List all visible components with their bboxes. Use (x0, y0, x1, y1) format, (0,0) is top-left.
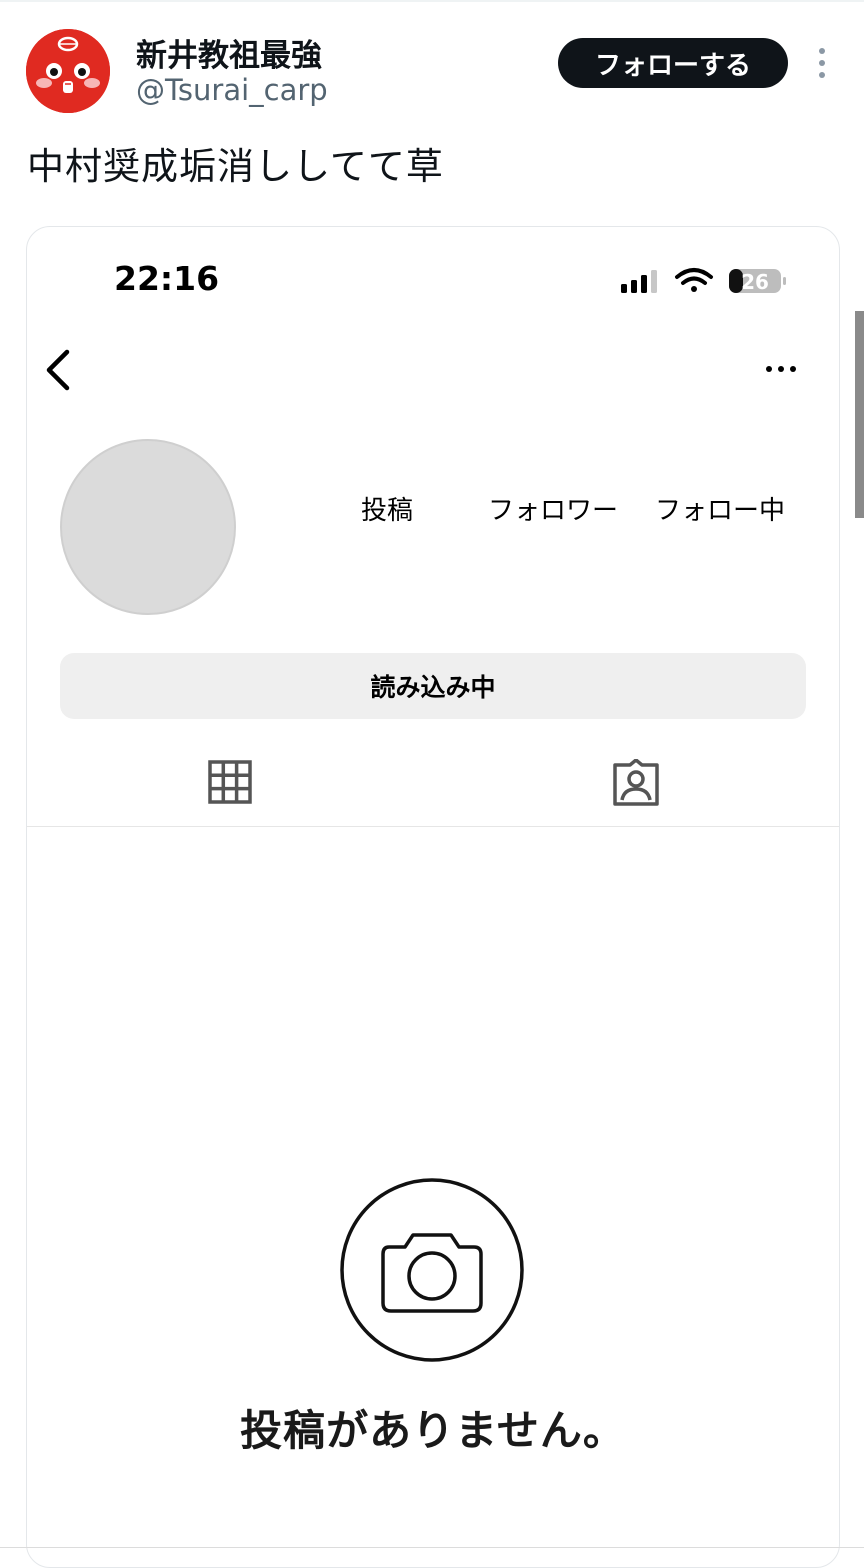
battery-icon: 26 (729, 269, 786, 294)
tab-tagged[interactable] (611, 758, 661, 807)
grid-icon (208, 760, 252, 804)
scrollbar[interactable] (855, 311, 864, 518)
stat-posts-label[interactable]: 投稿 (361, 490, 413, 527)
vertical-dots-icon (819, 48, 825, 78)
author-handle[interactable]: @Tsurai_carp (136, 73, 328, 107)
empty-state-camera (339, 1177, 525, 1363)
more-options-button[interactable] (812, 46, 832, 80)
stat-following-label[interactable]: フォロー中 (655, 490, 785, 527)
follow-button[interactable]: フォローする (558, 38, 788, 88)
chevron-left-icon (46, 349, 70, 391)
author-avatar[interactable] (26, 29, 110, 113)
loading-button[interactable]: 読み込み中 (60, 653, 806, 719)
tweet-text: 中村奨成垢消ししてて草 (27, 145, 444, 188)
camera-icon (340, 1178, 524, 1362)
tabs-divider (27, 826, 839, 827)
stat-followers-label[interactable]: フォロワー (488, 490, 618, 527)
wifi-icon (675, 268, 713, 292)
status-time: 22:16 (114, 259, 220, 298)
tab-posts-grid[interactable] (207, 759, 253, 805)
top-divider (0, 0, 864, 2)
empty-state-text: 投稿がありません。 (240, 1406, 626, 1455)
red-character-avatar-icon (26, 29, 110, 113)
bottom-divider (0, 1547, 864, 1548)
back-button[interactable] (41, 347, 75, 393)
profile-avatar-placeholder (60, 439, 236, 615)
profile-options-button[interactable] (763, 359, 799, 379)
attached-screenshot[interactable]: 22:16 26 投稿 フォロワー フォロー中 読み込み中 投稿がありません。 (26, 226, 840, 1568)
signal-icon (621, 270, 657, 293)
horizontal-dots-icon (766, 366, 796, 372)
author-name[interactable]: 新井教祖最強 (136, 30, 322, 75)
status-icons: 26 (621, 268, 786, 294)
tagged-person-icon (613, 758, 659, 806)
battery-level: 26 (741, 270, 769, 294)
